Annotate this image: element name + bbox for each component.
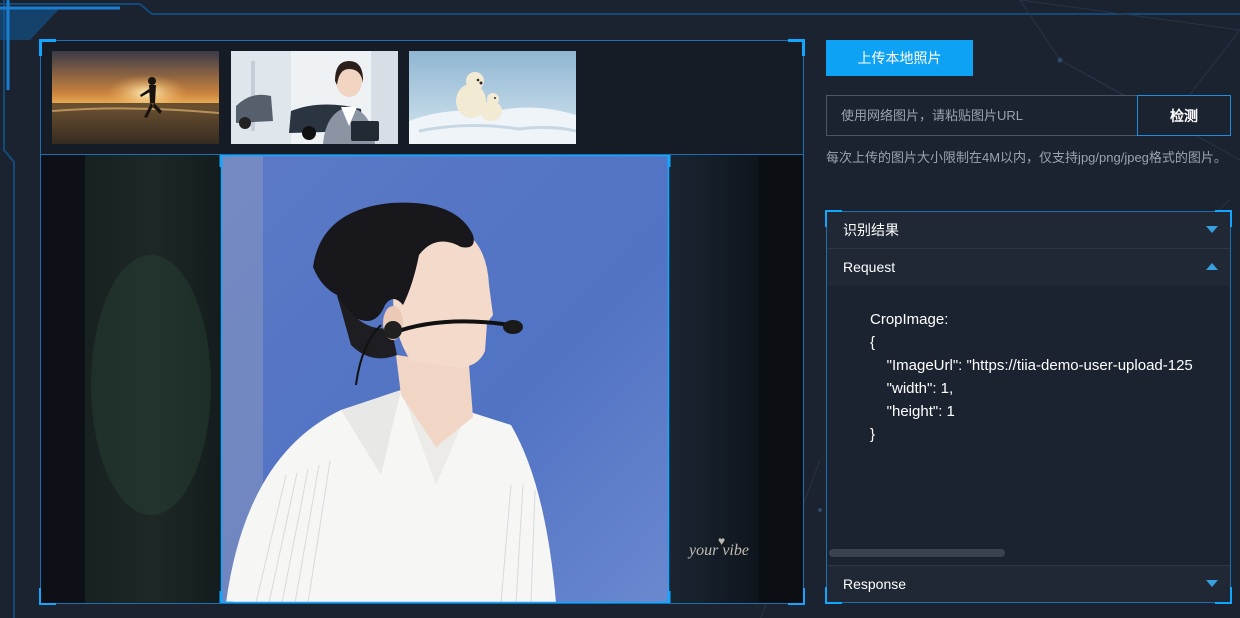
- image-panel: your vibe ♥: [39, 39, 805, 605]
- chevron-down-icon: [1206, 580, 1218, 587]
- thumbnail-sunset-runner[interactable]: [52, 51, 219, 144]
- request-code-area[interactable]: CropImage: { "ImageUrl": "https://tiia-d…: [827, 286, 1230, 565]
- result-panel: 识别结果 Request CropImage: { "ImageUrl": "h…: [825, 210, 1232, 604]
- horizontal-scrollbar[interactable]: [829, 549, 1005, 557]
- heart-icon: ♥: [718, 534, 725, 548]
- request-code-text: CropImage: { "ImageUrl": "https://tiia-d…: [870, 311, 1193, 443]
- chevron-up-icon: [1206, 263, 1218, 270]
- result-section-header[interactable]: 识别结果: [827, 212, 1230, 249]
- request-section-header[interactable]: Request: [827, 249, 1230, 286]
- upload-local-photo-button[interactable]: 上传本地照片: [826, 40, 973, 76]
- request-section-title: Request: [843, 259, 896, 275]
- chevron-down-icon: [1206, 226, 1218, 233]
- detect-button[interactable]: 检测: [1137, 95, 1231, 136]
- result-section-title: 识别结果: [843, 222, 899, 238]
- upload-hint-text: 每次上传的图片大小限制在4M以内，仅支持jpg/png/jpeg格式的图片。: [826, 150, 1227, 165]
- thumbnail-businesswoman[interactable]: [231, 51, 398, 144]
- response-section-title: Response: [843, 576, 907, 592]
- image-preview: your vibe ♥: [41, 155, 803, 603]
- image-url-input[interactable]: [826, 95, 1138, 136]
- sample-thumbnails: [41, 41, 803, 155]
- response-section-header[interactable]: Response: [827, 565, 1230, 602]
- thumbnail-polar-bears[interactable]: [409, 51, 576, 144]
